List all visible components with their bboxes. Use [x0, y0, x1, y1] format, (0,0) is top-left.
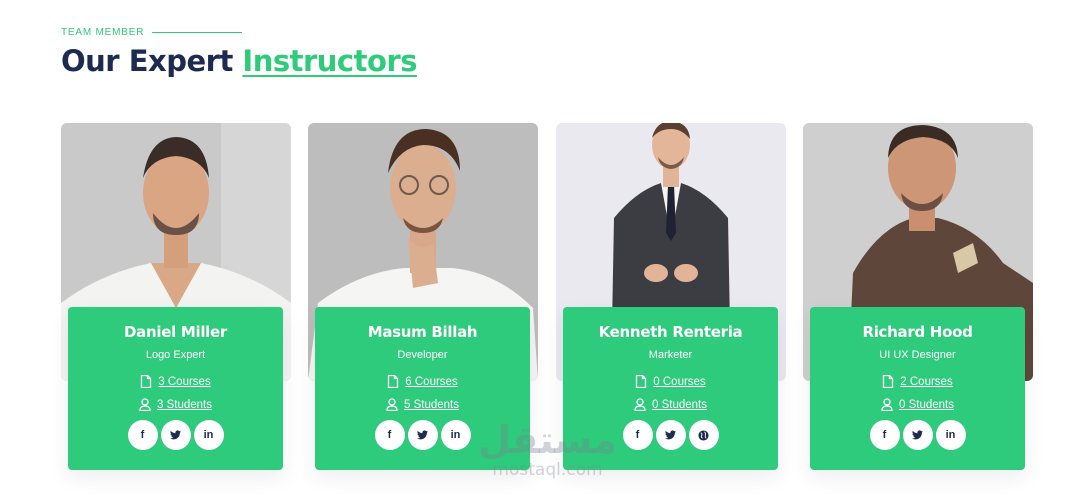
- students-count[interactable]: 5 Students: [404, 399, 459, 411]
- facebook-icon[interactable]: f: [127, 420, 158, 450]
- eyebrow-divider: [152, 32, 243, 33]
- students-count[interactable]: 0 Students: [652, 399, 707, 411]
- facebook-icon[interactable]: f: [869, 420, 900, 450]
- courses-count[interactable]: 2 Courses: [900, 376, 952, 388]
- instructor-card: Daniel Miller Logo Expert 3 Courses 3 St…: [61, 123, 291, 473]
- students-count[interactable]: 0 Students: [899, 399, 954, 411]
- courses-count[interactable]: 3 Courses: [158, 376, 210, 388]
- linkedin-icon[interactable]: in: [193, 420, 224, 450]
- user-icon: [634, 398, 646, 411]
- user-icon: [386, 398, 398, 411]
- instructor-name[interactable]: Richard Hood: [810, 323, 1025, 341]
- instructor-role: UI UX Designer: [879, 349, 956, 361]
- twitter-icon[interactable]: [902, 420, 933, 450]
- file-icon: [883, 375, 894, 388]
- instructor-name[interactable]: Daniel Miller: [68, 323, 283, 341]
- instructor-role: Developer: [397, 349, 448, 361]
- twitter-icon[interactable]: [160, 420, 191, 450]
- social-links: f in: [68, 420, 283, 450]
- file-icon: [141, 375, 152, 388]
- linkedin-icon[interactable]: in: [935, 420, 966, 450]
- facebook-icon[interactable]: f: [374, 420, 405, 450]
- watermark: مستقل mostaql.com: [478, 420, 617, 480]
- students-stat[interactable]: 0 Students: [810, 398, 1025, 411]
- courses-stat[interactable]: 3 Courses: [68, 375, 283, 388]
- file-icon: [388, 375, 399, 388]
- twitter-icon[interactable]: [655, 420, 686, 450]
- section-title-main: Our Expert: [61, 44, 243, 78]
- instructor-info: Daniel Miller Logo Expert 3 Courses 3 St…: [68, 307, 283, 470]
- user-icon: [139, 398, 151, 411]
- courses-count[interactable]: 0 Courses: [653, 376, 705, 388]
- students-count[interactable]: 3 Students: [157, 399, 212, 411]
- instructor-role: Marketer: [648, 349, 693, 361]
- twitter-icon[interactable]: [407, 420, 438, 450]
- instructor-role: Logo Expert: [145, 349, 206, 361]
- eyebrow-text: TEAM MEMBER: [61, 27, 145, 38]
- watermark-latin: mostaql.com: [492, 460, 603, 480]
- instructor-name[interactable]: Kenneth Renteria: [563, 323, 778, 341]
- courses-stat[interactable]: 2 Courses: [810, 375, 1025, 388]
- facebook-icon[interactable]: f: [622, 420, 653, 450]
- courses-stat[interactable]: 6 Courses: [315, 375, 530, 388]
- courses-count[interactable]: 6 Courses: [405, 376, 457, 388]
- user-icon: [881, 398, 893, 411]
- linkedin-icon[interactable]: in: [440, 420, 471, 450]
- students-stat[interactable]: 3 Students: [68, 398, 283, 411]
- file-icon: [636, 375, 647, 388]
- section-title-accent[interactable]: Instructors: [242, 44, 417, 78]
- instructor-name[interactable]: Masum Billah: [315, 323, 530, 341]
- globe-icon[interactable]: [688, 420, 719, 450]
- watermark-arabic: مستقل: [478, 418, 617, 462]
- social-links: f in: [810, 420, 1025, 450]
- instructor-card: Richard Hood UI UX Designer 2 Courses 0 …: [803, 123, 1033, 473]
- students-stat[interactable]: 0 Students: [563, 398, 778, 411]
- section-eyebrow: TEAM MEMBER: [61, 27, 243, 38]
- section-title: Our Expert Instructors: [61, 44, 417, 78]
- courses-stat[interactable]: 0 Courses: [563, 375, 778, 388]
- students-stat[interactable]: 5 Students: [315, 398, 530, 411]
- instructor-info: Richard Hood UI UX Designer 2 Courses 0 …: [810, 307, 1025, 470]
